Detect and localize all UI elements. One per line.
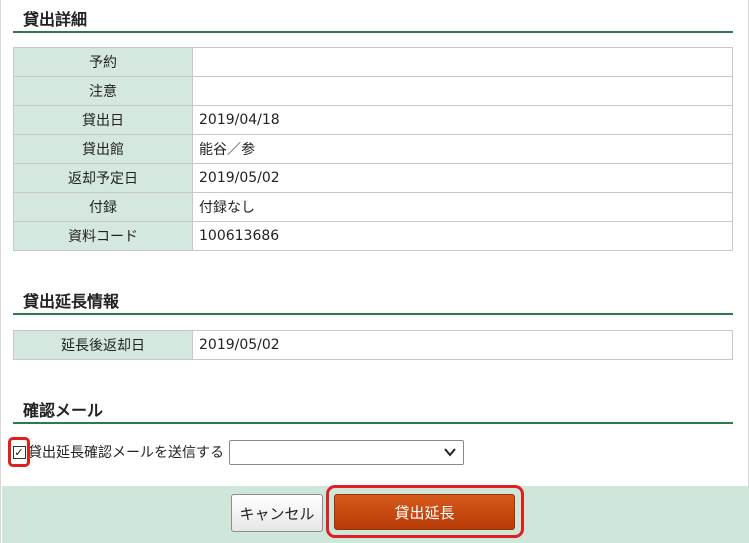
loan-extension-page: 貸出詳細 予約 注意 貸出日 2019/04/18 貸出館 能谷／参 返却予定日… xyxy=(0,0,749,543)
row-label-notice: 注意 xyxy=(13,76,193,106)
row-value-reservation xyxy=(192,47,733,77)
row-value-due-date: 2019/05/02 xyxy=(192,163,733,193)
row-label-due-date: 返却予定日 xyxy=(13,163,193,193)
highlight-box xyxy=(8,437,30,467)
table-row: 資料コード 100613686 xyxy=(13,221,733,251)
section-title-confirm-mail: 確認メール xyxy=(23,401,104,420)
table-row: 返却予定日 2019/05/02 xyxy=(13,163,733,193)
table-row: 延長後返却日 2019/05/02 xyxy=(13,330,733,360)
row-label-loan-date: 貸出日 xyxy=(13,105,193,135)
mail-address-select[interactable] xyxy=(229,439,464,465)
confirm-mail-row: ✓ 貸出延長確認メールを送信する xyxy=(8,437,464,467)
row-label-loan-library: 貸出館 xyxy=(13,134,193,164)
section-title-loan-detail: 貸出詳細 xyxy=(23,10,88,29)
chevron-down-icon xyxy=(444,447,456,457)
table-row: 貸出館 能谷／参 xyxy=(13,134,733,164)
row-label-extended-due-date: 延長後返却日 xyxy=(13,330,193,360)
row-value-loan-library: 能谷／参 xyxy=(192,134,733,164)
section-divider xyxy=(13,313,733,315)
row-value-loan-date: 2019/04/18 xyxy=(192,105,733,135)
row-value-extended-due-date: 2019/05/02 xyxy=(192,330,733,360)
row-label-reservation: 予約 xyxy=(13,47,193,77)
cancel-button[interactable]: キャンセル xyxy=(231,494,323,532)
section-divider xyxy=(13,31,733,33)
row-value-material-code: 100613686 xyxy=(192,221,733,251)
loan-detail-table: 予約 注意 貸出日 2019/04/18 貸出館 能谷／参 返却予定日 2019… xyxy=(13,47,733,251)
table-row: 貸出日 2019/04/18 xyxy=(13,105,733,135)
table-row: 注意 xyxy=(13,76,733,106)
extension-info-table: 延長後返却日 2019/05/02 xyxy=(13,330,733,360)
row-value-notice xyxy=(192,76,733,106)
checkbox-label[interactable]: 貸出延長確認メールを送信する xyxy=(28,442,224,462)
table-row: 予約 xyxy=(13,47,733,77)
send-confirm-mail-checkbox[interactable]: ✓ xyxy=(8,437,30,467)
section-divider xyxy=(13,422,733,424)
table-row: 付録 付録なし xyxy=(13,192,733,222)
section-title-extension-info: 貸出延長情報 xyxy=(23,292,120,311)
extend-loan-button[interactable]: 貸出延長 xyxy=(334,494,515,530)
row-label-appendix: 付録 xyxy=(13,192,193,222)
row-label-material-code: 資料コード xyxy=(13,221,193,251)
row-value-appendix: 付録なし xyxy=(192,192,733,222)
